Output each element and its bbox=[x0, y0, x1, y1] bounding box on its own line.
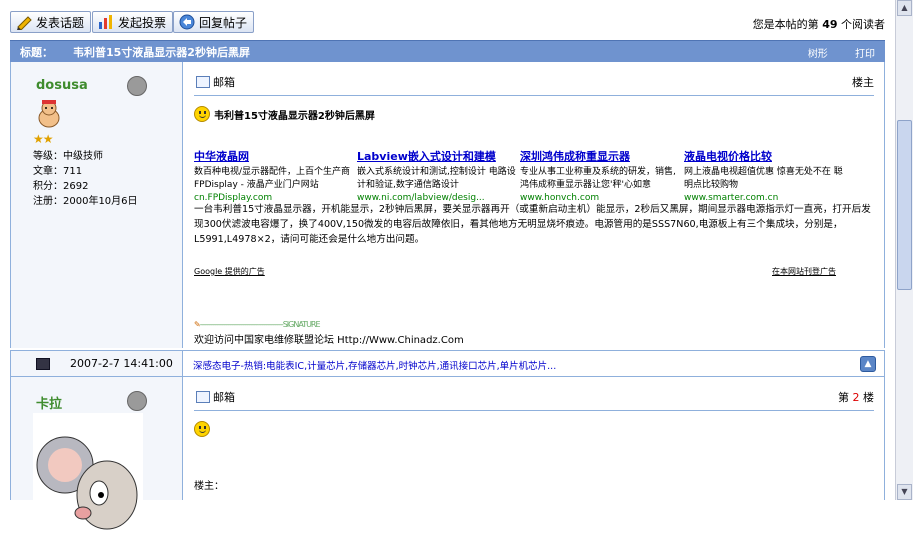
ad-title[interactable]: 液晶电视价格比较 bbox=[684, 148, 844, 164]
thread-title: 韦利普15寸液晶显示器2秒钟后黑屏 bbox=[73, 45, 250, 59]
mail-label: 邮箱 bbox=[213, 76, 235, 89]
post-1-content: 邮箱 楼主 韦利普15寸液晶显示器2秒钟后黑屏 中华液晶网 数百种电视/显示器配… bbox=[184, 62, 884, 348]
new-topic-button[interactable]: 发表话题 bbox=[10, 11, 92, 33]
mail-link[interactable]: 邮箱 bbox=[196, 74, 235, 90]
mail-link[interactable]: 邮箱 bbox=[196, 389, 235, 405]
reply-button[interactable]: 回复帖子 bbox=[173, 11, 255, 33]
ad-desc: 数百种电视/显示器配件，上百个生产商 FPDisplay - 液晶产业门户网站 bbox=[194, 167, 351, 190]
toolbar: 发表话题 发起投票 回复帖子 您是本帖的第 49 个阅读者 bbox=[0, 0, 895, 40]
post-1: dosusa ★★ 等级：中级技师 文章：711 积分：2692 注册：2000… bbox=[10, 62, 885, 348]
post-title-text: 韦利普15寸液晶显示器2秒钟后黑屏 bbox=[214, 110, 375, 122]
mail-icon bbox=[196, 391, 210, 403]
user-level: 等级：中级技师 bbox=[33, 151, 103, 162]
reply-label: 回复帖子 bbox=[199, 15, 248, 30]
tree-view-link[interactable]: 树形 bbox=[808, 49, 828, 60]
ad-desc: 专业从事工业称重及系统的研发，销售,鸿伟成称重显示器让您'秤'心如意 bbox=[520, 167, 676, 190]
signature-label: SIGNATURE bbox=[282, 320, 321, 329]
new-poll-label: 发起投票 bbox=[118, 15, 167, 30]
floor-label: 楼主 bbox=[852, 76, 874, 89]
ad-title[interactable]: Labview嵌入式设计和建模 bbox=[357, 148, 517, 164]
post-2-author-panel: 卡拉 bbox=[11, 377, 183, 533]
scroll-down-button[interactable]: ▼ bbox=[897, 484, 912, 500]
post-time-cell: 2007-2-7 14:41:00 bbox=[11, 351, 183, 376]
post-datetime: 2007-2-7 14:41:00 bbox=[70, 357, 173, 370]
ad-desc: 嵌入式系统设计和测试,控制设计 电路设计和验证,数字通信路设计 bbox=[357, 167, 516, 190]
smiley-icon bbox=[194, 106, 210, 122]
mail-label: 邮箱 bbox=[213, 391, 235, 404]
floor-prefix: 第 bbox=[838, 391, 849, 404]
floor-number: 2 bbox=[852, 391, 860, 404]
floor-suffix: 楼 bbox=[863, 391, 874, 404]
scroll-up-button[interactable]: ▲ bbox=[897, 0, 912, 16]
offline-status-icon bbox=[127, 76, 147, 96]
ad-item[interactable]: 深圳鸿伟成称重显示器 专业从事工业称重及系统的研发，销售,鸿伟成称重显示器让您'… bbox=[520, 148, 680, 205]
new-poll-button[interactable]: 发起投票 bbox=[92, 11, 174, 33]
read-info-prefix: 您是本帖的第 bbox=[752, 18, 819, 31]
advertise-here-link[interactable]: 在本网站刊登广告 bbox=[772, 266, 836, 277]
view-links: 树形 打印 bbox=[784, 45, 875, 60]
vertical-scrollbar[interactable]: ▲ ▼ bbox=[895, 0, 913, 500]
post-2: 卡拉 邮箱 第 2 楼 楼主： bbox=[10, 377, 885, 533]
computer-icon[interactable] bbox=[36, 357, 50, 370]
ad-title[interactable]: 中华液晶网 bbox=[194, 148, 354, 164]
post-info-row: 2007-2-7 14:41:00 深感态电子-热销:电能表IC,计量芯片,存储… bbox=[10, 350, 885, 377]
avatar bbox=[33, 413, 143, 533]
print-link[interactable]: 打印 bbox=[855, 49, 875, 60]
ad-item[interactable]: 中华液晶网 数百种电视/显示器配件，上百个生产商 FPDisplay - 液晶产… bbox=[194, 148, 354, 205]
offline-status-icon bbox=[127, 391, 147, 411]
post-1-username[interactable]: dosusa bbox=[36, 78, 88, 93]
scroll-thumb[interactable] bbox=[897, 120, 912, 290]
ads-by-google-link[interactable]: Google 提供的广告 bbox=[194, 266, 265, 277]
post-1-author-panel: dosusa ★★ 等级：中级技师 文章：711 积分：2692 注册：2000… bbox=[11, 62, 183, 348]
signature-text: 欢迎访问中国家电维修联盟论坛 Http://Www.Chinadz.Com bbox=[194, 335, 464, 346]
read-count-info: 您是本帖的第 49 个阅读者 bbox=[753, 16, 885, 32]
bar-chart-icon bbox=[97, 14, 115, 30]
divider bbox=[194, 95, 874, 96]
smiley-icon bbox=[194, 421, 210, 437]
pen-icon: ✎ bbox=[194, 320, 201, 329]
reply-icon bbox=[178, 14, 196, 30]
post-title: 韦利普15寸液晶显示器2秒钟后黑屏 bbox=[194, 106, 375, 122]
pencil-icon bbox=[15, 14, 33, 31]
user-posts: 文章：711 bbox=[33, 166, 83, 177]
back-to-top-button[interactable]: ▲ bbox=[860, 356, 876, 372]
thread-title-bar: 标题： 韦利普15寸液晶显示器2秒钟后黑屏 树形 打印 bbox=[10, 40, 885, 62]
read-count: 49 bbox=[822, 18, 838, 31]
floor-label: 第 2 楼 bbox=[838, 389, 874, 405]
user-points: 积分：2692 bbox=[33, 181, 89, 192]
user-info: 等级：中级技师 文章：711 积分：2692 注册：2000年10月6日 bbox=[33, 149, 138, 209]
read-info-suffix: 个阅读者 bbox=[841, 18, 885, 31]
signature: ✎---------------------------------------… bbox=[194, 320, 514, 346]
sponsored-links[interactable]: 深感态电子-热销:电能表IC,计量芯片,存储器芯片,时钟芯片,通讯接口芯片,单片… bbox=[193, 358, 556, 372]
user-registered: 注册：2000年10月6日 bbox=[33, 196, 138, 207]
forum-page: 发表话题 发起投票 回复帖子 您是本帖的第 49 个阅读者 标题： 韦利普15寸… bbox=[0, 0, 895, 533]
ad-desc: 网上液晶电视超值优惠 惊喜无处不在 聪明点比较购物 bbox=[684, 167, 843, 190]
post-body: 一台韦利普15寸液晶显示器，开机能显示，2秒钟后黑屏，要关显示器再开（或重新启动… bbox=[194, 204, 871, 245]
quote-label: 楼主： bbox=[194, 481, 224, 492]
title-label: 标题： bbox=[20, 45, 53, 59]
ad-item[interactable]: 液晶电视价格比较 网上液晶电视超值优惠 惊喜无处不在 聪明点比较购物 www.s… bbox=[684, 148, 844, 205]
rank-stars: ★★ bbox=[33, 132, 53, 146]
post-2-emoticon bbox=[194, 421, 210, 440]
mail-icon bbox=[196, 76, 210, 88]
post-2-username[interactable]: 卡拉 bbox=[36, 393, 62, 412]
signature-divider: ✎---------------------------------------… bbox=[194, 320, 321, 329]
ad-item[interactable]: Labview嵌入式设计和建模 嵌入式系统设计和测试,控制设计 电路设计和验证,… bbox=[357, 148, 517, 205]
ad-title[interactable]: 深圳鸿伟成称重显示器 bbox=[520, 148, 680, 164]
divider bbox=[194, 410, 874, 411]
avatar bbox=[33, 98, 65, 130]
post-2-content: 邮箱 第 2 楼 楼主： bbox=[184, 377, 884, 500]
new-topic-label: 发表话题 bbox=[36, 15, 85, 30]
